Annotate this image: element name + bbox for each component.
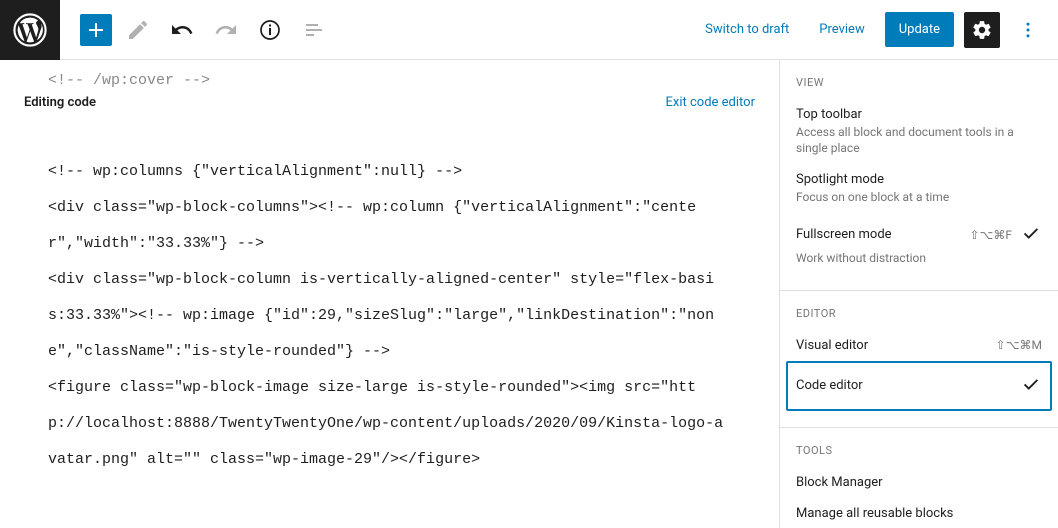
kebab-icon <box>1018 20 1038 40</box>
switch-to-draft-button[interactable]: Switch to draft <box>695 16 799 43</box>
code-editor-header: Editing code Exit code editor <box>24 95 755 124</box>
more-menu-button[interactable] <box>1010 12 1046 48</box>
check-icon <box>1020 222 1042 248</box>
menu-label: Top toolbar <box>796 107 862 122</box>
toolbar-left <box>60 12 332 48</box>
settings-button[interactable] <box>964 12 1000 48</box>
main: <!-- /wp:cover --> Editing code Exit cod… <box>0 60 1058 528</box>
menu-desc: Access all block and document tools in a… <box>796 124 1042 156</box>
gear-icon <box>971 19 993 41</box>
wordpress-icon <box>13 13 47 47</box>
view-section-label: View <box>796 76 1042 89</box>
menu-item-fullscreen-mode[interactable]: Fullscreen mode ⇧⌥⌘F Work without distra… <box>796 214 1042 274</box>
code-placeholder-line: <!-- /wp:cover --> <box>24 72 755 89</box>
wordpress-logo[interactable] <box>0 0 60 60</box>
menu-label: Spotlight mode <box>796 172 884 187</box>
list-icon <box>302 18 326 42</box>
outline-button[interactable] <box>296 12 332 48</box>
tools-section: Tools Block Manager Manage all reusable … <box>780 428 1058 528</box>
exit-code-editor-button[interactable]: Exit code editor <box>666 95 755 110</box>
info-button[interactable] <box>252 12 288 48</box>
menu-desc: Work without distraction <box>796 250 1042 266</box>
menu-item-top-toolbar[interactable]: Top toolbar Access all block and documen… <box>796 99 1042 164</box>
shortcut: ⇧⌥⌘F <box>969 228 1012 242</box>
menu-label: Block Manager <box>796 475 883 490</box>
info-icon <box>258 18 282 42</box>
preview-button[interactable]: Preview <box>809 16 874 43</box>
menu-item-reusable-blocks[interactable]: Manage all reusable blocks <box>796 498 1042 528</box>
redo-icon <box>214 18 238 42</box>
redo-button[interactable] <box>208 12 244 48</box>
topbar: Switch to draft Preview Update <box>0 0 1058 60</box>
undo-button[interactable] <box>164 12 200 48</box>
code-editor-textarea[interactable]: <!-- wp:columns {"verticalAlignment":nul… <box>24 124 755 478</box>
undo-icon <box>170 18 194 42</box>
menu-item-spotlight-mode[interactable]: Spotlight mode Focus on one block at a t… <box>796 164 1042 213</box>
toolbar-right: Switch to draft Preview Update <box>695 12 1058 48</box>
editing-code-label: Editing code <box>24 95 96 110</box>
menu-label: Fullscreen mode <box>796 227 892 242</box>
menu-label: Manage all reusable blocks <box>796 506 953 521</box>
view-section: View Top toolbar Access all block and do… <box>780 60 1058 291</box>
edit-button[interactable] <box>120 12 156 48</box>
update-button[interactable]: Update <box>885 12 954 47</box>
plus-icon <box>84 18 108 42</box>
menu-item-code-editor[interactable]: Code editor <box>786 361 1052 411</box>
menu-label: Visual editor <box>796 338 868 353</box>
menu-item-visual-editor[interactable]: Visual editor ⇧⌥⌘M <box>796 330 1042 361</box>
editor-area: <!-- /wp:cover --> Editing code Exit cod… <box>0 60 779 528</box>
menu-desc: Focus on one block at a time <box>796 189 1042 205</box>
editor-section-label: Editor <box>796 307 1042 320</box>
editor-section: Editor Visual editor ⇧⌥⌘M Code editor <box>780 291 1058 428</box>
check-icon <box>1020 373 1042 399</box>
menu-label: Code editor <box>796 378 863 393</box>
add-block-button[interactable] <box>80 14 112 46</box>
menu-item-block-manager[interactable]: Block Manager <box>796 467 1042 498</box>
shortcut: ⇧⌥⌘M <box>996 338 1042 352</box>
tools-section-label: Tools <box>796 444 1042 457</box>
pencil-icon <box>126 18 150 42</box>
options-sidebar: View Top toolbar Access all block and do… <box>779 60 1058 528</box>
